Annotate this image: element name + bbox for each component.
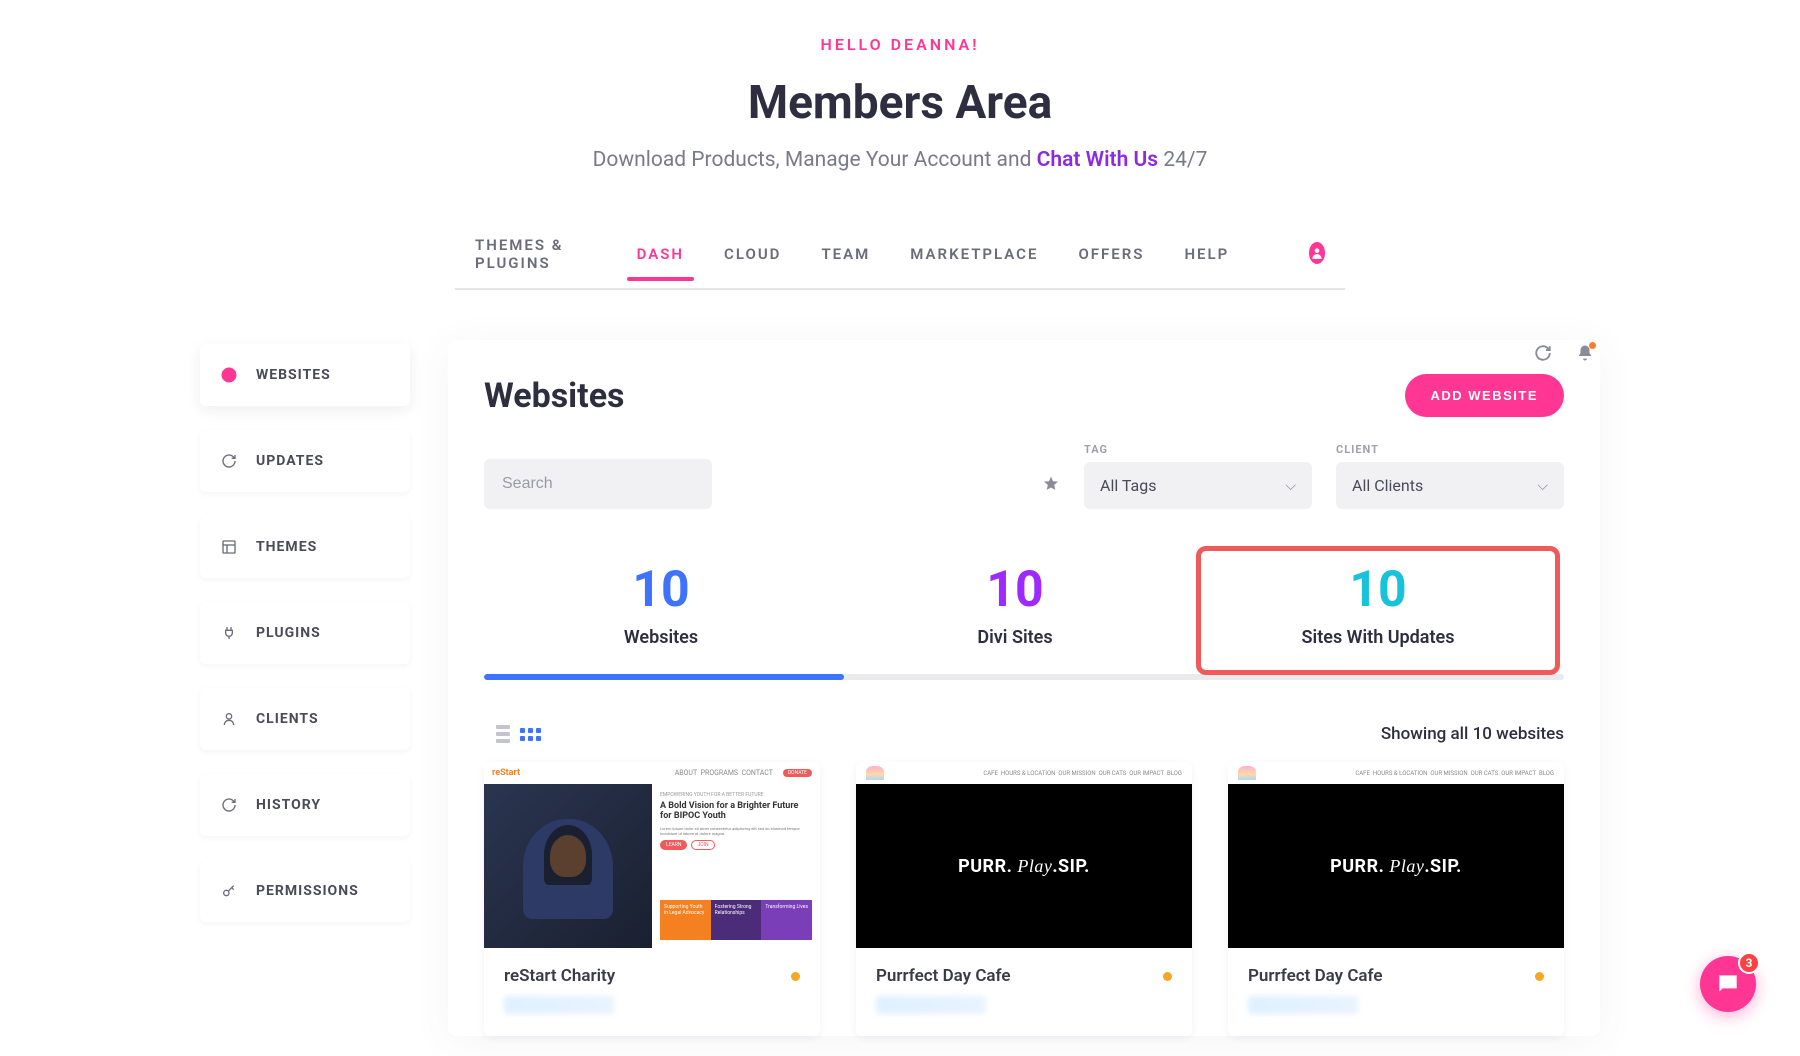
chat-badge: 3 — [1738, 952, 1760, 974]
chat-with-us-link[interactable]: Chat With Us — [1037, 148, 1158, 172]
plug-icon — [220, 624, 238, 642]
add-website-button[interactable]: ADD WEBSITE — [1405, 374, 1565, 417]
website-card[interactable]: reStartABOUT PROGRAMS CONTACTDONATE EMPO… — [484, 762, 820, 1036]
sidebar: WEBSITES UPDATES THEMES PLUGINS — [200, 344, 410, 1036]
active-stat-indicator — [484, 674, 844, 680]
search-input[interactable] — [484, 459, 712, 509]
website-grid: reStartABOUT PROGRAMS CONTACTDONATE EMPO… — [484, 762, 1564, 1036]
status-dot — [791, 972, 800, 981]
globe-icon — [220, 366, 238, 384]
main-panel: Websites ADD WEBSITE TAG All Tags ⌵ C — [448, 340, 1600, 1036]
filter-label: TAG — [1084, 443, 1312, 456]
page-subtitle: Download Products, Manage Your Account a… — [0, 148, 1800, 172]
user-icon — [220, 710, 238, 728]
star-icon[interactable] — [1042, 475, 1060, 497]
status-dot — [1535, 972, 1544, 981]
subtitle-pre: Download Products, Manage Your Account a… — [593, 148, 1037, 172]
status-dot — [1163, 972, 1172, 981]
refresh-icon — [220, 452, 238, 470]
sidebar-item-websites[interactable]: WEBSITES — [200, 344, 410, 406]
sidebar-item-history[interactable]: HISTORY — [200, 774, 410, 836]
website-card[interactable]: CAFE HOURS & LOCATION OUR MISSION OUR CA… — [856, 762, 1192, 1036]
layout-icon — [220, 538, 238, 556]
tag-select[interactable]: All Tags ⌵ — [1084, 462, 1312, 509]
tag-selected-value: All Tags — [1100, 476, 1156, 495]
website-url-blurred — [1248, 996, 1358, 1014]
tab-team[interactable]: TEAM — [821, 231, 870, 279]
tab-dash[interactable]: DASH — [637, 231, 684, 279]
sidebar-item-clients[interactable]: CLIENTS — [200, 688, 410, 750]
website-url-blurred — [876, 996, 986, 1014]
website-card[interactable]: CAFE HOURS & LOCATION OUR MISSION OUR CA… — [1228, 762, 1564, 1036]
website-thumbnail: reStartABOUT PROGRAMS CONTACTDONATE EMPO… — [484, 762, 820, 948]
bell-icon[interactable] — [1576, 344, 1594, 366]
website-name: Purrfect Day Cafe — [876, 966, 1011, 986]
account-icon[interactable] — [1309, 242, 1325, 264]
results-header: Showing all 10 websites — [484, 724, 1564, 744]
top-navigation: THEMES & PLUGINS DASH CLOUD TEAM MARKETP… — [455, 222, 1345, 290]
sidebar-item-plugins[interactable]: PLUGINS — [200, 602, 410, 664]
stat-label: Divi Sites — [838, 627, 1192, 648]
subtitle-post: 24/7 — [1158, 148, 1207, 172]
client-select[interactable]: All Clients ⌵ — [1336, 462, 1564, 509]
stat-sites-with-updates[interactable]: 10 Sites With Updates — [1196, 546, 1560, 675]
filter-row: TAG All Tags ⌵ CLIENT All Clients ⌵ — [484, 443, 1564, 509]
greeting-text: HELLO DEANNA! — [0, 35, 1800, 54]
sidebar-item-themes[interactable]: THEMES — [200, 516, 410, 578]
stat-number: 10 — [838, 565, 1192, 615]
chevron-down-icon: ⌵ — [1537, 478, 1548, 494]
sidebar-item-label: PERMISSIONS — [256, 883, 359, 899]
list-view-icon[interactable] — [496, 725, 510, 743]
thumb-logo — [1238, 766, 1256, 780]
page-title: Members Area — [0, 76, 1800, 130]
chevron-down-icon: ⌵ — [1285, 478, 1296, 494]
sidebar-item-label: PLUGINS — [256, 625, 321, 641]
sidebar-item-label: HISTORY — [256, 797, 321, 813]
website-thumbnail: CAFE HOURS & LOCATION OUR MISSION OUR CA… — [856, 762, 1192, 948]
page-header: HELLO DEANNA! Members Area Download Prod… — [0, 0, 1800, 172]
thumb-logo: reStart — [492, 768, 520, 778]
stat-number: 10 — [1201, 565, 1555, 615]
tab-help[interactable]: HELP — [1184, 231, 1229, 279]
stat-number: 10 — [484, 565, 838, 615]
stat-divi-sites[interactable]: 10 Divi Sites — [838, 551, 1192, 670]
tag-filter: TAG All Tags ⌵ — [1084, 443, 1312, 509]
sidebar-item-label: THEMES — [256, 539, 317, 555]
website-name: reStart Charity — [504, 966, 615, 986]
tab-cloud[interactable]: CLOUD — [724, 231, 781, 279]
grid-view-icon[interactable] — [520, 728, 541, 741]
thumb-logo — [866, 766, 884, 780]
client-selected-value: All Clients — [1352, 476, 1423, 495]
sidebar-item-label: UPDATES — [256, 453, 324, 469]
panel-title: Websites — [484, 376, 625, 416]
refresh-icon[interactable] — [1534, 344, 1552, 366]
dashboard-container: WEBSITES UPDATES THEMES PLUGINS — [200, 340, 1600, 1036]
stat-label: Sites With Updates — [1201, 627, 1555, 648]
chat-launcher[interactable]: 3 — [1700, 956, 1756, 1012]
key-icon — [220, 882, 238, 900]
thumb-headline: A Bold Vision for a Brighter Future for … — [660, 802, 812, 822]
filter-label: CLIENT — [1336, 443, 1564, 456]
sidebar-item-label: CLIENTS — [256, 711, 319, 727]
tab-marketplace[interactable]: MARKETPLACE — [910, 231, 1038, 279]
client-filter: CLIENT All Clients ⌵ — [1336, 443, 1564, 509]
stat-websites[interactable]: 10 Websites — [484, 551, 838, 670]
results-count: Showing all 10 websites — [1381, 724, 1564, 744]
sidebar-item-updates[interactable]: UPDATES — [200, 430, 410, 492]
website-url-blurred — [504, 996, 614, 1014]
website-name: Purrfect Day Cafe — [1248, 966, 1383, 986]
sidebar-item-permissions[interactable]: PERMISSIONS — [200, 860, 410, 922]
view-toggle — [496, 725, 541, 743]
tab-offers[interactable]: OFFERS — [1078, 231, 1144, 279]
stat-label: Websites — [484, 627, 838, 648]
tab-themes-plugins[interactable]: THEMES & PLUGINS — [475, 222, 597, 288]
sidebar-item-label: WEBSITES — [256, 367, 331, 383]
refresh-icon — [220, 796, 238, 814]
notification-dot — [1589, 342, 1596, 349]
website-thumbnail: CAFE HOURS & LOCATION OUR MISSION OUR CA… — [1228, 762, 1564, 948]
stats-row: 10 Websites 10 Divi Sites 10 Sites With … — [484, 551, 1564, 670]
utility-icons — [1534, 344, 1594, 366]
